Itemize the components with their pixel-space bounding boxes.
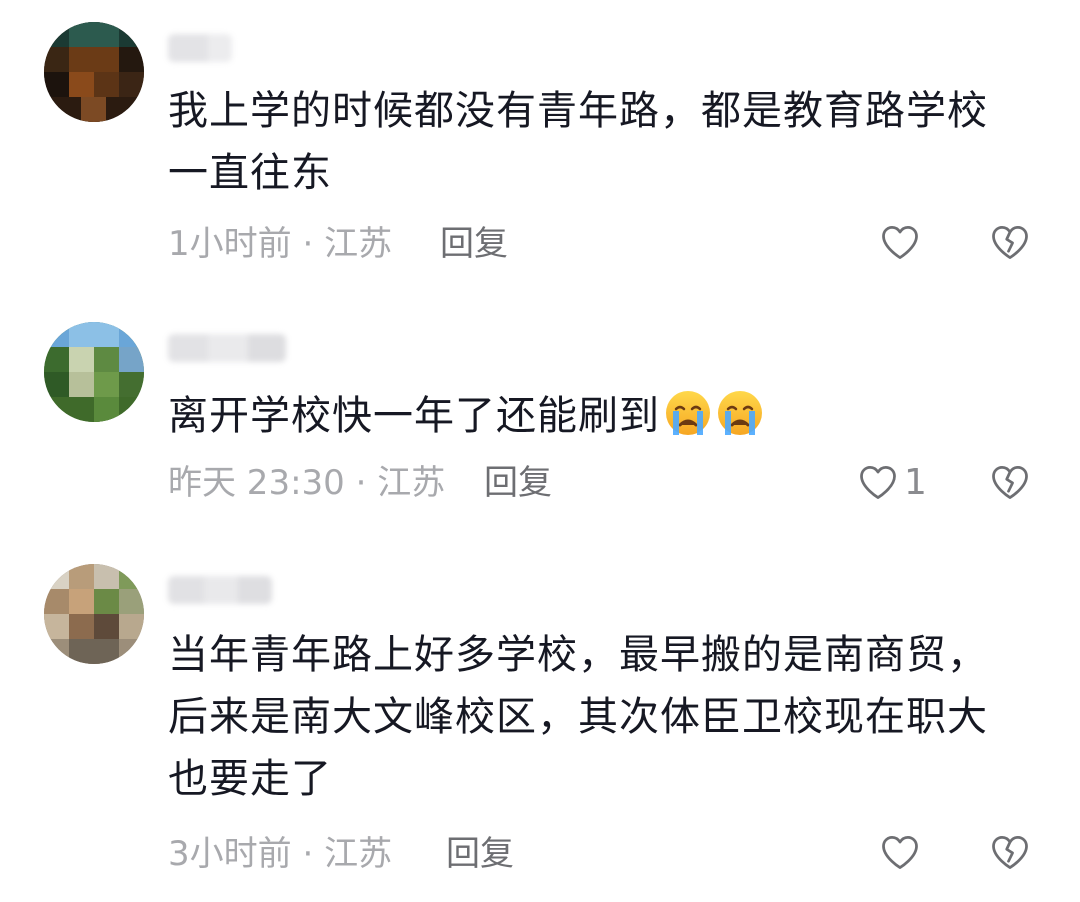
comment-text: 离开学校快一年了还能刷到	[168, 385, 1028, 447]
comment-location: 江苏	[324, 224, 393, 264]
broken-heart-outline-icon	[992, 225, 1028, 259]
comment-meta: 1小时前 · 江苏	[168, 224, 392, 264]
dislike-button[interactable]	[988, 458, 1032, 506]
comment-text: 我上学的时候都没有青年路，都是教育路学校一直往东	[168, 88, 988, 196]
avatar[interactable]	[44, 564, 144, 664]
crying-face-emoji	[666, 391, 710, 435]
avatar[interactable]	[44, 22, 144, 122]
comment-meta: 3小时前 · 江苏	[168, 834, 392, 874]
comment-meta: 昨天 23:30 · 江苏	[168, 463, 445, 503]
heart-outline-icon	[882, 225, 918, 259]
comment-location: 江苏	[324, 834, 393, 874]
username-blurred[interactable]	[168, 34, 232, 62]
reply-button[interactable]: 回复	[484, 463, 552, 503]
comment-time: 3小时前	[168, 834, 292, 874]
reply-button[interactable]: 回复	[446, 834, 514, 874]
like-button[interactable]	[878, 828, 926, 876]
like-button[interactable]: 1	[856, 458, 927, 506]
crying-face-emoji	[718, 391, 762, 435]
broken-heart-outline-icon	[992, 835, 1028, 869]
like-count: 1	[904, 461, 927, 503]
comment-text: 当年青年路上好多学校，最早搬的是南商贸，后来是南大文峰校区，其次体臣卫校现在职大…	[168, 632, 988, 802]
meta-separator: ·	[291, 224, 325, 264]
comment-time: 1小时前	[168, 224, 292, 264]
like-button[interactable]	[878, 218, 926, 266]
avatar[interactable]	[44, 322, 144, 422]
comment-text-content: 离开学校快一年了还能刷到	[168, 393, 660, 439]
heart-outline-icon	[860, 465, 896, 499]
heart-outline-icon	[882, 835, 918, 869]
comment-time: 昨天 23:30	[168, 463, 345, 503]
reply-button[interactable]: 回复	[440, 224, 508, 264]
username-blurred[interactable]	[168, 576, 272, 604]
broken-heart-outline-icon	[992, 465, 1028, 499]
comment-location: 江苏	[377, 463, 446, 503]
dislike-button[interactable]	[988, 218, 1032, 266]
username-blurred[interactable]	[168, 334, 286, 362]
meta-separator: ·	[291, 834, 325, 874]
dislike-button[interactable]	[988, 828, 1032, 876]
meta-separator: ·	[344, 463, 378, 503]
